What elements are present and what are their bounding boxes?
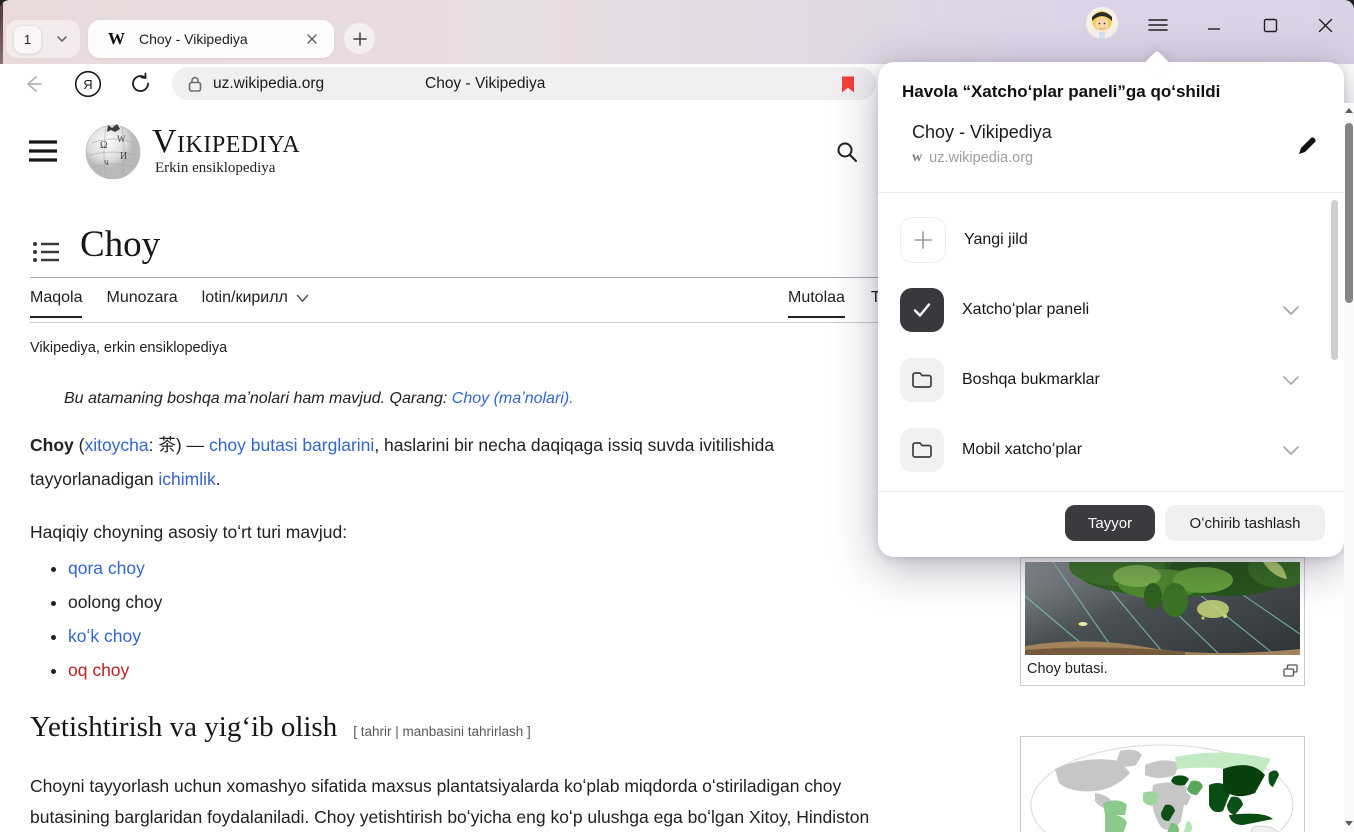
wikipedia-favicon: W bbox=[108, 29, 125, 49]
intro-paragraph: Choy (xitoycha: 茶) — choy butasi barglar… bbox=[30, 428, 1010, 496]
tab-variant[interactable]: lotin/кирилл bbox=[202, 289, 309, 307]
svg-text:ч: ч bbox=[104, 157, 109, 167]
expand-figure-icon[interactable] bbox=[1283, 664, 1298, 677]
minimize-icon bbox=[1207, 18, 1221, 32]
section-paragraph: Choyni tayyorlash uchun xomashyo sifatid… bbox=[30, 771, 1030, 832]
wikipedia-globe-logo[interactable]: Ω W И ч bbox=[84, 121, 142, 181]
new-folder-icon bbox=[900, 217, 946, 263]
url-domain: uz.wikipedia.org bbox=[213, 75, 324, 93]
scroll-up-icon[interactable] bbox=[1345, 107, 1353, 115]
wallpaper-edge bbox=[0, 0, 3, 64]
close-window-button[interactable] bbox=[1307, 10, 1343, 40]
scrollbar-thumb[interactable] bbox=[1345, 123, 1353, 303]
site-wordmark[interactable]: Vikipediya bbox=[152, 123, 300, 161]
chevron-down-icon bbox=[296, 294, 309, 303]
section-title: Yetishtirish va yigʻib olish bbox=[30, 711, 337, 744]
reload-icon[interactable] bbox=[128, 71, 153, 96]
link-oq-choy[interactable]: oq choy bbox=[68, 660, 129, 680]
text-oolong-choy: oolong choy bbox=[68, 592, 162, 612]
svg-text:И: И bbox=[120, 151, 127, 162]
svg-text:Ω: Ω bbox=[100, 140, 107, 151]
browser-window: 1 W Choy - Vikipediya bbox=[0, 0, 1354, 832]
scroll-down-icon[interactable] bbox=[1345, 819, 1353, 827]
yandex-button[interactable]: Я bbox=[74, 70, 102, 98]
address-bar[interactable]: uz.wikipedia.org Choy - Vikipediya bbox=[172, 67, 876, 100]
bookmark-url: w uz.wikipedia.org bbox=[912, 150, 1033, 166]
tea-types-list: qora choy oolong choy koʻk choy oq choy bbox=[30, 551, 162, 687]
plus-icon bbox=[353, 32, 367, 46]
popup-scrollbar-thumb[interactable] bbox=[1331, 200, 1338, 360]
hatnote-text: Bu atamaning boshqa maʼnolari ham mavjud… bbox=[64, 390, 452, 407]
svg-text:W: W bbox=[117, 134, 126, 144]
section-edit-links[interactable]: [ tahrir | manbasini tahrirlash ] bbox=[353, 724, 531, 739]
done-button[interactable]: Tayyor bbox=[1065, 505, 1155, 541]
folder-item-bookmarks-panel[interactable]: Xatchoʻplar paneli bbox=[878, 275, 1328, 345]
close-icon bbox=[1318, 18, 1333, 33]
tab-title: Choy - Vikipediya bbox=[139, 31, 306, 47]
list-item: oq choy bbox=[68, 653, 162, 687]
chevron-down-icon[interactable] bbox=[1282, 445, 1300, 456]
tea-production-map-image[interactable] bbox=[1025, 741, 1300, 832]
tab-counter[interactable]: 1 bbox=[6, 20, 80, 58]
hatnote: Bu atamaning boshqa maʼnolari ham mavjud… bbox=[64, 390, 574, 408]
browser-menu-button[interactable] bbox=[1140, 10, 1176, 40]
figure-tea-map bbox=[1020, 736, 1305, 832]
folder-icon bbox=[900, 358, 944, 402]
link-ichimlik[interactable]: ichimlik bbox=[158, 469, 215, 489]
link-xitoycha[interactable]: xitoycha bbox=[84, 435, 148, 455]
tab-munozara[interactable]: Munozara bbox=[106, 289, 177, 307]
edit-bookmark-icon[interactable] bbox=[1295, 134, 1319, 158]
folder-icon bbox=[900, 428, 944, 472]
tea-bush-image[interactable] bbox=[1025, 562, 1300, 655]
browser-tab[interactable]: W Choy - Vikipediya bbox=[88, 20, 334, 58]
tab-mutolaa[interactable]: Mutolaa bbox=[788, 289, 845, 318]
url-page-title: Choy - Vikipediya bbox=[425, 75, 545, 93]
bookmark-popup: Havola “Xatchoʻplar paneli”ga qoʻshildi … bbox=[878, 62, 1344, 557]
maximize-icon bbox=[1263, 18, 1278, 33]
bookmark-flag-icon[interactable] bbox=[840, 75, 856, 94]
list-item: koʻk choy bbox=[68, 619, 162, 653]
figure-tea-bush: Choy butasi. bbox=[1020, 557, 1305, 686]
tab-maqola[interactable]: Maqola bbox=[30, 289, 82, 318]
site-tagline: Erkin ensiklopediya bbox=[155, 160, 275, 177]
link-choy-butasi[interactable]: choy butasi barglarini bbox=[209, 435, 374, 455]
close-tab-icon[interactable] bbox=[306, 33, 318, 45]
list-item: qora choy bbox=[68, 551, 162, 585]
profile-avatar[interactable] bbox=[1086, 7, 1118, 39]
minimize-button[interactable] bbox=[1196, 10, 1232, 40]
back-button-icon[interactable] bbox=[20, 72, 44, 96]
site-menu-icon[interactable] bbox=[28, 139, 58, 163]
new-tab-button[interactable] bbox=[344, 23, 375, 54]
chevron-down-icon[interactable] bbox=[55, 32, 69, 46]
svg-text:Я: Я bbox=[83, 77, 92, 92]
avatar-girl-icon bbox=[1086, 7, 1118, 39]
lock-icon[interactable] bbox=[187, 75, 203, 93]
remove-bookmark-button[interactable]: Oʻchirib tashlash bbox=[1165, 505, 1325, 541]
popup-title: Havola “Xatchoʻplar paneli”ga qoʻshildi bbox=[902, 82, 1220, 102]
types-lead: Haqiqiy choyning asosiy toʻrt turi mavju… bbox=[30, 515, 347, 549]
folder-item-mobile-bookmarks[interactable]: Mobil xatchoʻplar bbox=[878, 415, 1328, 485]
hatnote-link[interactable]: Choy (maʼnolari). bbox=[452, 390, 574, 407]
figure-caption: Choy butasi. bbox=[1027, 661, 1108, 677]
chevron-down-icon[interactable] bbox=[1282, 375, 1300, 386]
site-subtitle: Vikipediya, erkin ensiklopediya bbox=[30, 340, 227, 356]
maximize-button[interactable] bbox=[1252, 10, 1288, 40]
chevron-down-icon[interactable] bbox=[1282, 305, 1300, 316]
folder-item-new[interactable]: Yangi jild bbox=[878, 205, 1328, 275]
intro-bold-title: Choy bbox=[30, 435, 74, 455]
folder-item-other-bookmarks[interactable]: Boshqa bukmarklar bbox=[878, 345, 1328, 415]
page-scrollbar[interactable] bbox=[1344, 103, 1354, 832]
selected-check-icon bbox=[900, 288, 944, 332]
hamburger-icon bbox=[1148, 18, 1168, 32]
wikipedia-favicon: w bbox=[912, 150, 922, 166]
search-icon[interactable] bbox=[835, 140, 859, 164]
link-kok-choy[interactable]: koʻk choy bbox=[68, 626, 141, 646]
tab-count-chip[interactable]: 1 bbox=[13, 25, 42, 54]
list-item: oolong choy bbox=[68, 585, 162, 619]
toc-icon[interactable] bbox=[33, 241, 59, 263]
link-qora-choy[interactable]: qora choy bbox=[68, 558, 145, 578]
page-title: Choy bbox=[80, 223, 160, 266]
bookmark-title: Choy - Vikipediya bbox=[912, 122, 1052, 143]
